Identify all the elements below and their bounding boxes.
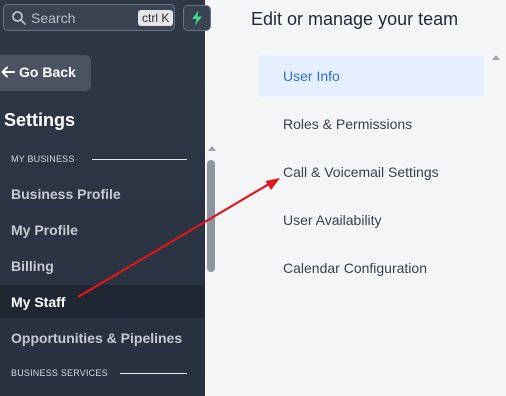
- search-box[interactable]: Search ctrl K: [3, 4, 175, 31]
- settings-title: Settings: [4, 110, 76, 130]
- sidebar-item-label: Opportunities & Pipelines: [11, 330, 183, 346]
- menu-item-label: Roles & Permissions: [283, 116, 413, 132]
- search-placeholder: Search: [31, 10, 76, 26]
- quick-actions-button[interactable]: [183, 5, 211, 31]
- menu-item-calendar-configuration[interactable]: Calendar Configuration: [259, 247, 484, 289]
- section-divider: [92, 159, 187, 160]
- menu-item-label: Call & Voicemail Settings: [283, 164, 439, 180]
- menu-item-label: User Availability: [283, 212, 382, 228]
- sidebar-item-label: My Profile: [11, 222, 78, 238]
- sidebar-scrollbar[interactable]: [205, 140, 218, 396]
- sidebar-item-label: My Staff: [11, 294, 66, 310]
- section-label-business-services: BUSINESS SERVICES: [11, 368, 108, 378]
- sidebar-item-my-staff[interactable]: My Staff: [0, 285, 204, 318]
- sidebar-item-label: Business Profile: [11, 186, 121, 202]
- scroll-up-arrow-icon[interactable]: [492, 55, 500, 60]
- page-title: Edit or manage your team: [251, 9, 459, 29]
- menu-item-user-info[interactable]: User Info: [259, 55, 484, 97]
- section-label-my-business: MY BUSINESS: [11, 154, 75, 164]
- search-shortcut-badge: ctrl K: [138, 10, 174, 26]
- scrollbar-thumb[interactable]: [207, 160, 215, 272]
- section-divider: [120, 373, 187, 374]
- menu-item-call-voicemail-settings[interactable]: Call & Voicemail Settings: [259, 151, 484, 193]
- main-panel: Edit or manage your team User Info Roles…: [219, 0, 506, 396]
- sidebar-item-label: Billing: [11, 258, 54, 274]
- arrow-left-icon: [1, 65, 15, 84]
- menu-item-label: User Info: [283, 68, 340, 84]
- go-back-label: Go Back: [19, 64, 76, 80]
- sidebar-item-opportunities-pipelines[interactable]: Opportunities & Pipelines: [0, 321, 204, 354]
- menu-item-user-availability[interactable]: User Availability: [259, 199, 484, 241]
- scroll-up-arrow-icon[interactable]: [208, 146, 216, 151]
- search-icon: [11, 10, 27, 26]
- sidebar-item-business-profile[interactable]: Business Profile: [0, 177, 204, 210]
- menu-item-roles-permissions[interactable]: Roles & Permissions: [259, 103, 484, 145]
- sidebar: Search ctrl K Go Back Settings MY BUSINE…: [0, 0, 205, 396]
- go-back-button[interactable]: Go Back: [0, 55, 91, 91]
- sidebar-item-my-profile[interactable]: My Profile: [0, 213, 204, 246]
- sidebar-item-billing[interactable]: Billing: [0, 249, 204, 282]
- menu-item-label: Calendar Configuration: [283, 260, 427, 276]
